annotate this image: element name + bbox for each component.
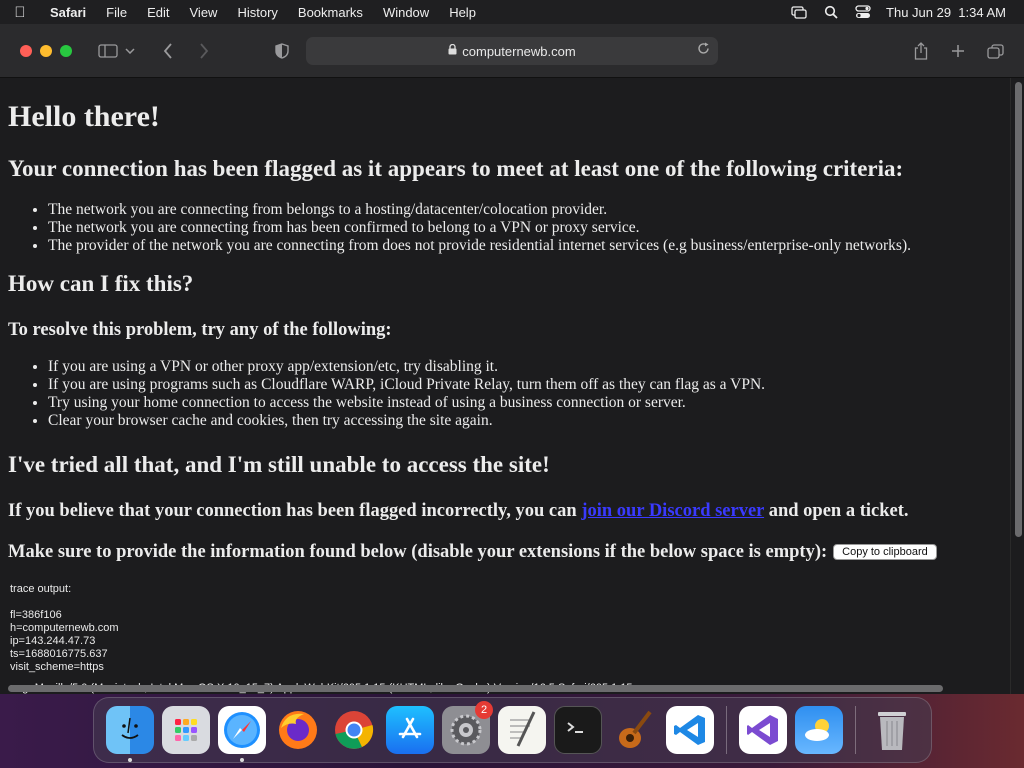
close-window-button[interactable]: [20, 44, 32, 57]
trace-line: visit_scheme=https: [10, 661, 104, 673]
dock-separator: [855, 706, 856, 754]
menu-view[interactable]: View: [180, 5, 228, 20]
running-indicator: [128, 758, 132, 762]
safari-icon[interactable]: [218, 706, 266, 762]
menu-bookmarks[interactable]: Bookmarks: [288, 5, 373, 20]
address-url: computernewb.com: [462, 43, 576, 59]
share-icon[interactable]: [907, 37, 935, 65]
browser-toolbar: computernewb.com: [0, 24, 1024, 78]
weather-icon[interactable]: [795, 706, 843, 754]
trace-line: ts=1688016775.637: [10, 648, 108, 660]
sidebar-toggle-icon[interactable]: [94, 37, 122, 65]
menu-app-name[interactable]: Safari: [40, 5, 96, 20]
provide-info-text: Make sure to provide the information fou…: [8, 542, 828, 562]
menu-edit[interactable]: Edit: [137, 5, 179, 20]
system-settings-icon[interactable]: 2: [442, 701, 493, 754]
resolve-heading: To resolve this problem, try any of the …: [8, 320, 392, 340]
notification-badge: 2: [475, 701, 493, 719]
app-store-icon[interactable]: [386, 706, 434, 754]
apple-menu-icon[interactable]: : [0, 4, 40, 21]
firefox-icon[interactable]: [274, 706, 322, 754]
tried-heading: I've tried all that, and I'm still unabl…: [8, 452, 550, 477]
textedit-icon[interactable]: [498, 706, 546, 754]
menu-bar:  Safari File Edit View History Bookmark…: [0, 0, 1024, 24]
vertical-scrollbar-thumb[interactable]: [1015, 82, 1022, 537]
list-item: Try using your home connection to access…: [48, 394, 1010, 412]
discord-text-after: and open a ticket.: [764, 501, 909, 521]
menu-bar-clock[interactable]: Thu Jun 29 1:34 AM: [886, 5, 1006, 20]
discord-link[interactable]: join our Discord server: [581, 501, 764, 521]
trace-output: trace output: fl=386f106 h=computernewb.…: [8, 583, 1010, 674]
page-title: Hello there!: [8, 100, 160, 133]
trace-line: fl=386f106: [10, 609, 62, 621]
flagged-heading: Your connection has been flagged as it a…: [8, 156, 904, 181]
privacy-shield-icon[interactable]: [268, 37, 296, 65]
provide-info-paragraph: Make sure to provide the information fou…: [8, 541, 1010, 563]
screen-mirroring-icon[interactable]: [790, 5, 808, 19]
minimize-window-button[interactable]: [40, 44, 52, 57]
reload-icon[interactable]: [697, 42, 710, 58]
window-controls: [20, 44, 72, 57]
address-bar[interactable]: computernewb.com: [306, 37, 718, 65]
trace-line: h=computernewb.com: [10, 622, 119, 634]
launchpad-icon[interactable]: [162, 706, 210, 754]
web-page-content: Hello there! Your connection has been fl…: [0, 78, 1010, 694]
finder-icon[interactable]: [106, 706, 154, 762]
menu-bar-extras: Thu Jun 29 1:34 AM: [790, 5, 1024, 20]
menu-history[interactable]: History: [227, 5, 287, 20]
running-indicator: [240, 758, 244, 762]
menu-file[interactable]: File: [96, 5, 137, 20]
zoom-window-button[interactable]: [60, 44, 72, 57]
dock: 2: [93, 697, 932, 763]
list-item: If you are using a VPN or other proxy ap…: [48, 358, 1010, 376]
criteria-list: The network you are connecting from belo…: [48, 201, 1010, 255]
list-item: If you are using programs such as Cloudf…: [48, 376, 1010, 394]
list-item: The network you are connecting from belo…: [48, 201, 1010, 219]
forward-button[interactable]: [190, 37, 218, 65]
list-item: The provider of the network you are conn…: [48, 237, 1010, 255]
menu-help[interactable]: Help: [439, 5, 486, 20]
new-tab-icon[interactable]: [944, 37, 972, 65]
trash-icon[interactable]: [868, 706, 916, 754]
discord-text-before: If you believe that your connection has …: [8, 501, 582, 521]
tab-overview-icon[interactable]: [981, 37, 1009, 65]
visual-studio-icon[interactable]: [739, 706, 787, 754]
garageband-icon[interactable]: [610, 706, 658, 754]
fixes-list: If you are using a VPN or other proxy ap…: [48, 358, 1010, 430]
menu-window[interactable]: Window: [373, 5, 439, 20]
chrome-icon[interactable]: [330, 706, 378, 754]
copy-to-clipboard-button[interactable]: Copy to clipboard: [833, 544, 937, 560]
trace-label: trace output:: [10, 583, 72, 595]
spotlight-search-icon[interactable]: [822, 5, 840, 19]
lock-icon: [448, 43, 457, 58]
list-item: Clear your browser cache and cookies, th…: [48, 412, 1010, 430]
control-center-icon[interactable]: [854, 5, 872, 19]
horizontal-scrollbar[interactable]: [8, 685, 943, 692]
list-item: The network you are connecting from has …: [48, 219, 1010, 237]
trace-line: ip=143.244.47.73: [10, 635, 96, 647]
dock-separator: [726, 706, 727, 754]
vscode-icon[interactable]: [666, 706, 714, 754]
fix-heading: How can I fix this?: [8, 271, 194, 296]
back-button[interactable]: [154, 37, 182, 65]
discord-paragraph: If you believe that your connection has …: [8, 500, 1010, 522]
terminal-icon[interactable]: [554, 706, 602, 754]
vertical-scrollbar-track: [1010, 78, 1024, 694]
tab-groups-chevron-icon[interactable]: [122, 37, 138, 65]
